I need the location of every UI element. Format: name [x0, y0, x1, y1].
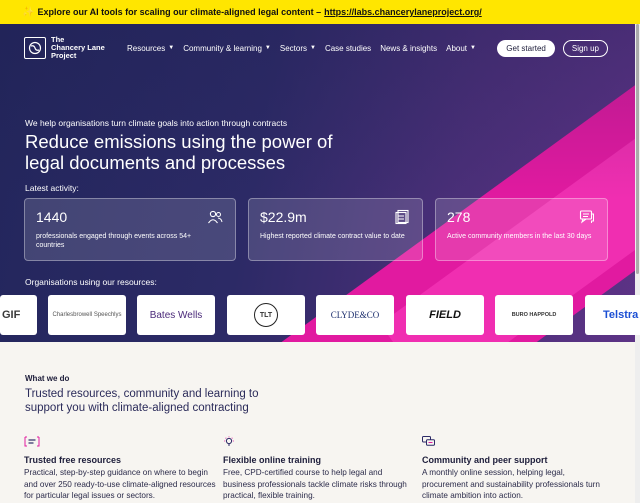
page-scrollbar[interactable]: [635, 24, 640, 503]
org-logo-clyde-co: CLYDE&CO: [316, 295, 394, 335]
documents-icon: [395, 209, 409, 225]
stat-value: $22.9m: [260, 209, 307, 225]
nav-item-about[interactable]: About ▼: [446, 44, 476, 53]
nav-item-sectors[interactable]: Sectors ▼: [280, 44, 316, 53]
section-subtitle: Trusted resources, community and learnin…: [25, 388, 259, 414]
org-logo-charlesbrowell: Charlesbrowell Speechlys: [48, 295, 126, 335]
nav-item-case-studies[interactable]: Case studies: [325, 44, 371, 53]
org-logo-buro-happold: BURO HAPPOLD: [495, 295, 573, 335]
feature-community: Community and peer support A monthly onl…: [422, 436, 612, 502]
feature-title: Trusted free resources: [24, 455, 122, 465]
scrollbar-thumb[interactable]: [636, 24, 639, 274]
orgs-label: Organisations using our resources:: [25, 277, 157, 287]
stat-desc: Highest reported climate contract value …: [260, 233, 405, 240]
chevron-down-icon: ▼: [309, 45, 316, 51]
stat-desc: Active community members in the last 30 …: [447, 233, 592, 240]
hero: The Chancery Lane Project Resources ▼ Com…: [0, 24, 640, 342]
chevron-down-icon: ▼: [264, 45, 271, 51]
nav-menu: Resources ▼ Community & learning ▼ Sectors…: [127, 44, 476, 53]
feature-text: Free, CPD-certified course to help legal…: [223, 468, 407, 500]
hero-eyebrow: We help organisations turn climate goals…: [25, 118, 288, 128]
logo[interactable]: The Chancery Lane Project: [24, 36, 111, 60]
feature-text: Practical, step-by-step guidance on wher…: [24, 468, 216, 500]
feature-training: Flexible online training Free, CPD-certi…: [223, 436, 415, 502]
people-icon: [208, 210, 223, 224]
logo-text: The Chancery Lane Project: [51, 35, 105, 60]
org-logo-bates-wells: Bates Wells: [137, 295, 215, 335]
announcement-banner: ✨ Explore our AI tools for scaling our c…: [0, 0, 640, 24]
org-logo-gif: GIF: [0, 295, 37, 335]
what-we-do: What we do Trusted resources, community …: [25, 374, 285, 415]
latest-activity-label: Latest activity:: [25, 183, 79, 193]
get-started-button[interactable]: Get started: [497, 39, 555, 57]
banner-text: Explore our AI tools for scaling our cli…: [37, 7, 322, 17]
feature-title: Flexible online training: [223, 455, 322, 465]
speech-bubbles-icon: [422, 436, 612, 448]
nav-item-community[interactable]: Community & learning ▼: [183, 44, 271, 53]
document-lines-icon: [24, 436, 216, 448]
banner-link[interactable]: https://labs.chancerylaneproject.org/: [324, 7, 482, 17]
nav-item-resources[interactable]: Resources ▼: [127, 44, 174, 53]
nav-item-news[interactable]: News & insights: [380, 44, 437, 53]
feature-resources: Trusted free resources Practical, step-b…: [24, 436, 216, 502]
stat-value: 1440: [36, 209, 68, 225]
main-nav: The Chancery Lane Project Resources ▼ Com…: [24, 36, 608, 60]
stat-card-professionals: 1440 professionals engaged through event…: [24, 198, 236, 261]
hero-headline: Reduce emissions using the power of lega…: [25, 131, 333, 173]
feature-title: Community and peer support: [422, 455, 548, 465]
org-logo-telstra: Telstra: [585, 295, 640, 335]
feature-text: A monthly online session, helping legal,…: [422, 468, 600, 500]
stat-desc: professionals engaged through events acr…: [36, 233, 192, 249]
lightbulb-icon: [223, 436, 415, 448]
chat-icon: [579, 210, 594, 224]
org-logo-tlt: TLT: [227, 295, 305, 335]
chevron-down-icon: ▼: [470, 45, 476, 51]
sign-up-button[interactable]: Sign up: [562, 39, 608, 57]
stat-card-community: 278 Active community members in the last…: [435, 198, 608, 261]
org-logo-field: FIELD: [406, 295, 484, 335]
sparkle-icon: ✨: [22, 6, 35, 18]
section-label: What we do: [25, 374, 70, 383]
globe-icon: [24, 37, 46, 59]
stat-value: 278: [447, 209, 471, 225]
chevron-down-icon: ▼: [168, 45, 175, 51]
stat-card-contract-value: $22.9m Highest reported climate contract…: [248, 198, 423, 261]
